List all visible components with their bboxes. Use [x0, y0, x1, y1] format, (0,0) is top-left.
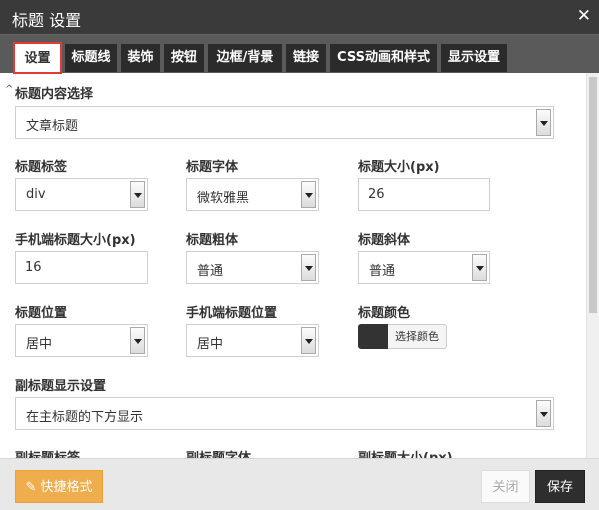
magic-wand-icon: ✎ [25, 480, 37, 495]
content-select-label: 标题内容选择 [15, 87, 94, 102]
save-button[interactable]: 保存 [535, 470, 585, 503]
subtitle-tag-label: 副标题标签 [15, 447, 80, 458]
tab-bar: 设置 标题线 装饰 按钮 边框/背景 链接 CSS动画和样式 显示设置 [0, 34, 599, 74]
mobile-title-size-input[interactable]: 16 [15, 251, 148, 284]
title-bold-select[interactable]: 普通 [186, 251, 319, 284]
tab-border-background[interactable]: 边框/背景 [208, 44, 282, 72]
subtitle-font-label: 副标题字体 [186, 447, 251, 458]
title-position-select[interactable]: 居中 [15, 324, 148, 357]
tab-display-settings[interactable]: 显示设置 [441, 44, 507, 72]
close-icon[interactable]: ✕ [577, 6, 591, 26]
title-tag-select[interactable]: div [15, 178, 148, 211]
scrollbar-thumb[interactable] [589, 77, 597, 313]
content-scrollbar[interactable] [586, 73, 599, 458]
dialog-footer: ✎ 快捷格式 关闭 保存 [0, 458, 599, 510]
subtitle-size-label: 副标题大小(px) [358, 447, 453, 458]
dialog-titlebar: 标题 设置 ✕ [0, 0, 599, 34]
mobile-title-position-select[interactable]: 居中 [186, 324, 319, 357]
tab-decoration[interactable]: 装饰 [121, 44, 160, 72]
title-bold-label: 标题粗体 [186, 233, 239, 248]
mobile-title-position-label: 手机端标题位置 [186, 306, 278, 321]
title-font-select[interactable]: 微软雅黑 [186, 178, 319, 211]
subtitle-display-label: 副标题显示设置 [15, 379, 107, 394]
title-size-label: 标题大小(px) [358, 160, 440, 175]
chevron-down-icon[interactable] [536, 400, 551, 427]
title-italic-select[interactable]: 普通 [358, 251, 490, 284]
chevron-down-icon[interactable] [130, 181, 145, 208]
content-select[interactable]: 文章标题 [15, 106, 554, 139]
title-color-label: 标题颜色 [358, 306, 411, 321]
tab-link[interactable]: 链接 [286, 44, 326, 72]
chevron-down-icon[interactable] [536, 109, 551, 136]
title-color-swatch[interactable] [358, 324, 388, 349]
title-font-label: 标题字体 [186, 160, 239, 175]
title-position-label: 标题位置 [15, 306, 68, 321]
title-size-input[interactable]: 26 [358, 178, 490, 211]
chevron-down-icon[interactable] [301, 327, 316, 354]
tab-button[interactable]: 按钮 [164, 44, 204, 72]
dialog-title: 标题 设置 [12, 11, 82, 30]
chevron-down-icon[interactable] [472, 254, 487, 281]
subtitle-display-select[interactable]: 在主标题的下方显示 [15, 397, 554, 430]
settings-panel: ^ 标题内容选择 文章标题 标题标签 标题字体 标题大小(px) div 微软雅… [0, 73, 586, 458]
caret-up-icon[interactable]: ^ [5, 84, 13, 95]
quick-format-label: 快捷格式 [40, 480, 93, 495]
chevron-down-icon[interactable] [301, 254, 316, 281]
title-italic-label: 标题斜体 [358, 233, 411, 248]
chevron-down-icon[interactable] [301, 181, 316, 208]
chevron-down-icon[interactable] [130, 327, 145, 354]
tab-title-line[interactable]: 标题线 [65, 44, 117, 72]
mobile-title-size-label: 手机端标题大小(px) [15, 233, 136, 248]
tab-settings[interactable]: 设置 [13, 42, 62, 74]
close-button[interactable]: 关闭 [481, 470, 530, 503]
tab-css-animation-style[interactable]: CSS动画和样式 [330, 44, 437, 72]
quick-format-button[interactable]: ✎ 快捷格式 [15, 470, 103, 503]
choose-color-button[interactable]: 选择颜色 [388, 324, 447, 349]
title-tag-label: 标题标签 [15, 160, 68, 175]
